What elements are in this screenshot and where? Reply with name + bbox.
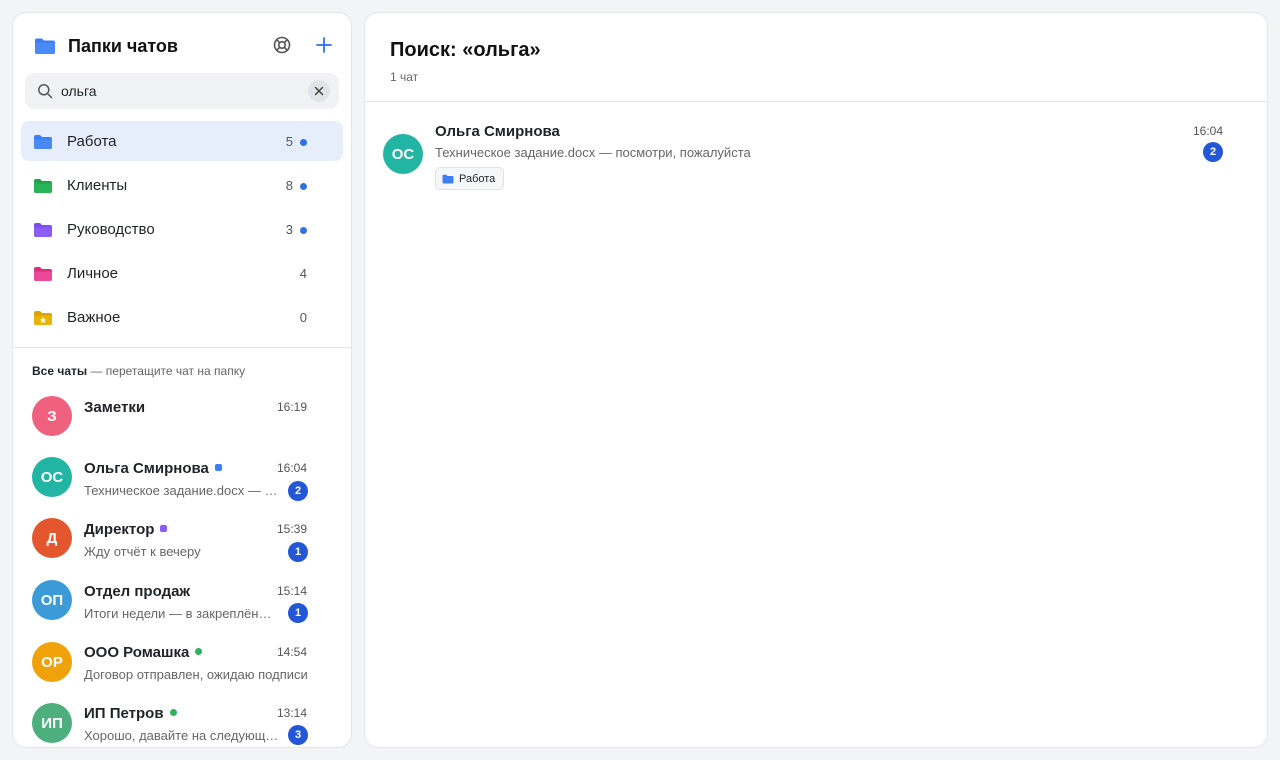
chat-preview: Договор отправлен, ожидаю подписи <box>84 667 308 682</box>
chat-time: 15:39 <box>276 522 307 536</box>
avatar: ОС <box>32 457 72 497</box>
lifebuoy-icon[interactable] <box>272 35 292 55</box>
folders-sidebar: Папки чатов Работа 5 Клиенты 8 <box>12 12 352 748</box>
folder-icon <box>33 178 53 199</box>
result-preview: Техническое задание.docx — посмотри, пож… <box>435 145 751 160</box>
folder-count: 0 <box>299 310 307 325</box>
folder-chip-label: Работа <box>459 172 496 185</box>
unread-dot <box>300 183 307 190</box>
unread-dot <box>300 139 307 146</box>
search-icon <box>37 83 53 104</box>
unread-badge: 2 <box>288 481 308 501</box>
folder-count: 8 <box>285 178 293 193</box>
folder-tag <box>169 709 177 716</box>
folder-tag <box>160 525 168 532</box>
sidebar-divider <box>13 347 351 348</box>
folder-name: Личное <box>67 265 119 282</box>
chat-item-otdel-prodazh[interactable]: ОП Отдел продаж 15:14 Итоги недели — в з… <box>13 576 351 636</box>
folder-item-lichnoe[interactable]: Личное 4 <box>21 253 343 293</box>
folder-icon <box>33 222 53 243</box>
unread-dot <box>300 227 307 234</box>
results-count: 1 чат <box>390 70 419 84</box>
chat-item-olga-smirnova[interactable]: ОС Ольга Смирнова 16:04 Техническое зада… <box>13 454 351 514</box>
chat-preview: Итоги недели — в закреплённом <box>84 606 278 621</box>
folder-name: Руководство <box>67 221 155 238</box>
search-result-item[interactable]: ОС Ольга Смирнова Техническое задание.do… <box>365 113 1267 203</box>
all-chats-label: Все чаты <box>32 364 88 378</box>
folder-tag <box>214 464 222 471</box>
folder-item-rukovodstvo[interactable]: Руководство 3 <box>21 209 343 249</box>
avatar: ОП <box>32 580 72 620</box>
result-name: Ольга Смирнова <box>435 123 560 140</box>
chat-name: Заметки <box>84 399 145 416</box>
chat-time: 16:19 <box>276 400 307 414</box>
chat-name-text: ИП Петров <box>84 705 164 722</box>
folder-icon <box>34 37 56 60</box>
add-folder-button[interactable] <box>314 34 334 56</box>
unread-badge: 1 <box>288 542 308 562</box>
folder-icon <box>442 174 454 183</box>
chat-name-text: Отдел продаж <box>84 583 191 600</box>
unread-badge: 3 <box>288 725 308 745</box>
chat-item-direktor[interactable]: Д Директор 15:39 Жду отчёт к вечеру 1 <box>13 515 351 575</box>
result-time: 16:04 <box>1192 124 1223 138</box>
chat-name: Отдел продаж <box>84 583 190 600</box>
all-chats-hint-text: — перетащите чат на папку <box>87 364 246 378</box>
avatar: З <box>32 396 72 436</box>
chat-name-text: Заметки <box>84 399 146 416</box>
folder-name: Работа <box>67 133 117 150</box>
chat-name: ООО Ромашка <box>84 644 203 661</box>
folder-count: 4 <box>299 266 307 281</box>
folder-item-vazhnoe[interactable]: Важное 0 <box>21 297 343 337</box>
avatar: ОР <box>32 642 72 682</box>
chat-item-ooo-romashka[interactable]: ОР ООО Ромашка 14:54 Договор отправлен, … <box>13 637 351 697</box>
chat-preview: Техническое задание.docx — посмотри, пож… <box>84 483 282 498</box>
chat-time: 14:54 <box>276 645 307 659</box>
search-input[interactable] <box>61 80 301 102</box>
folder-chip[interactable]: Работа <box>435 167 505 190</box>
chat-name-text: Директор <box>84 521 155 538</box>
clear-search-button[interactable] <box>308 80 330 102</box>
chat-name-text: Ольга Смирнова <box>84 460 209 477</box>
page-title: Поиск: «ольга» <box>390 39 541 61</box>
search-results-panel: Поиск: «ольга» 1 чат ОС Ольга Смирнова Т… <box>364 12 1268 748</box>
folder-name: Клиенты <box>67 177 128 194</box>
folder-name: Важное <box>67 309 121 326</box>
folder-tag <box>195 648 203 655</box>
chat-preview: Жду отчёт к вечеру <box>84 544 201 559</box>
chat-name: Директор <box>84 521 168 538</box>
folder-item-rabota[interactable]: Работа 5 <box>21 121 343 161</box>
folder-count: 3 <box>285 222 293 237</box>
chat-name: ИП Петров <box>84 705 177 722</box>
all-chats-hint: Все чаты — перетащите чат на папку <box>32 364 245 378</box>
chat-time: 15:14 <box>276 584 307 598</box>
chat-item-ip-petrov[interactable]: ИП ИП Петров 13:14 Хорошо, давайте на сл… <box>13 698 351 747</box>
avatar: ОС <box>383 134 423 174</box>
chat-time: 13:14 <box>276 706 307 720</box>
chat-preview: Хорошо, давайте на следующей неделе <box>84 728 282 743</box>
avatar: Д <box>32 518 72 558</box>
unread-badge: 2 <box>1203 142 1223 162</box>
chat-item-zametki[interactable]: З Заметки 16:19 <box>13 393 351 453</box>
chat-name: Ольга Смирнова <box>84 460 222 477</box>
folder-icon <box>33 266 53 287</box>
chat-name-text: ООО Ромашка <box>84 644 190 661</box>
star-folder-icon <box>33 310 53 331</box>
sidebar-title: Папки чатов <box>68 36 178 56</box>
folder-icon <box>33 134 53 155</box>
folder-count: 5 <box>285 134 293 149</box>
sidebar-header: Папки чатов <box>13 13 351 75</box>
unread-badge: 1 <box>288 603 308 623</box>
chat-time: 16:04 <box>276 461 307 475</box>
folder-item-klienty[interactable]: Клиенты 8 <box>21 165 343 205</box>
search-box <box>25 73 339 109</box>
header-divider <box>365 101 1267 102</box>
avatar: ИП <box>32 703 72 743</box>
